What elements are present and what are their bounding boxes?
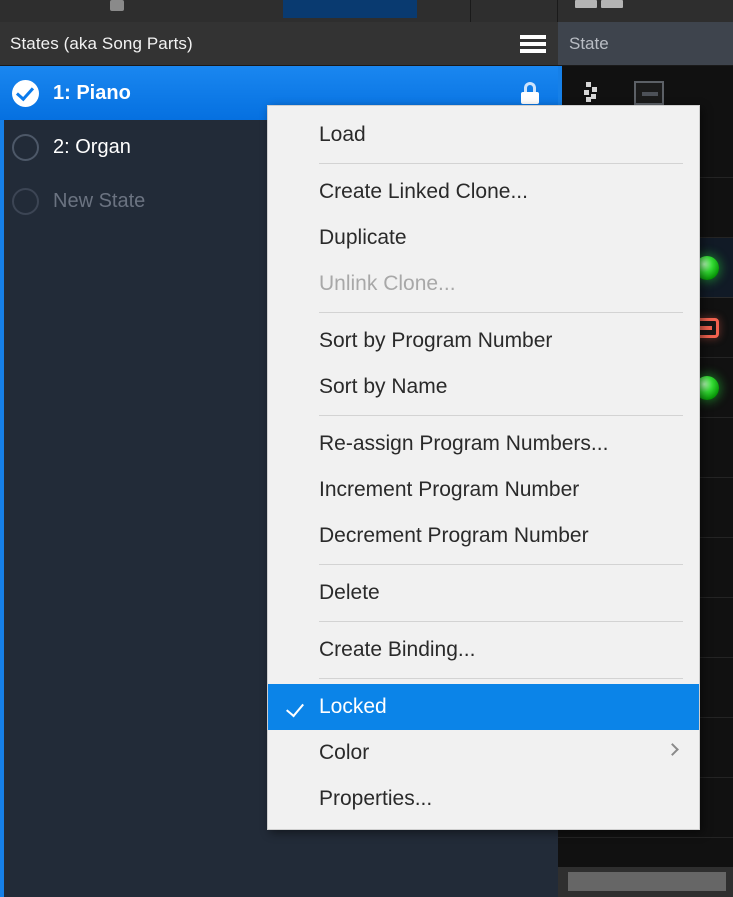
menu-item-sort-by-name[interactable]: Sort by Name — [268, 364, 699, 410]
checkmark-icon — [286, 698, 304, 718]
gear-icon[interactable] — [110, 0, 124, 11]
dot — [586, 82, 591, 87]
state-detail-header: State — [558, 22, 733, 66]
menu-item-label: Load — [319, 123, 366, 146]
hamburger-bar — [520, 35, 546, 39]
state-item-label: 1: Piano — [53, 81, 131, 104]
menu-item-increment-program-number[interactable]: Increment Program Number — [268, 467, 699, 513]
state-column-header: State — [569, 33, 609, 53]
active-tab-highlight[interactable] — [283, 0, 417, 18]
lock-body — [521, 92, 539, 104]
menu-item-color[interactable]: Color — [268, 730, 699, 776]
states-panel-header: States (aka Song Parts) — [0, 22, 558, 66]
page-title: States (aka Song Parts) — [10, 33, 193, 53]
dot — [592, 87, 597, 92]
toolbar-pill-group — [575, 0, 623, 8]
menu-item-label: Delete — [319, 581, 380, 604]
menu-separator — [319, 163, 683, 164]
menu-item-delete[interactable]: Delete — [268, 570, 699, 616]
menu-item-label: Create Linked Clone... — [319, 180, 528, 203]
horizontal-scrollbar-thumb[interactable] — [568, 872, 726, 891]
state-item-label: 2: Organ — [53, 135, 131, 158]
menu-item-re-assign-program-numbers[interactable]: Re-assign Program Numbers... — [268, 421, 699, 467]
menu-item-load[interactable]: Load — [268, 112, 699, 158]
menu-item-label: Duplicate — [319, 226, 407, 249]
lock-icon[interactable] — [520, 82, 540, 104]
radio-circle-icon[interactable] — [12, 187, 39, 215]
menu-item-locked[interactable]: Locked — [268, 684, 699, 730]
application-window: States (aka Song Parts) 1: Piano 2: Orga… — [0, 0, 733, 897]
menu-item-label: Increment Program Number — [319, 478, 580, 501]
menu-item-duplicate[interactable]: Duplicate — [268, 215, 699, 261]
menu-item-label: Sort by Program Number — [319, 329, 553, 352]
menu-item-label: Sort by Name — [319, 375, 448, 398]
minus-box-icon[interactable] — [634, 81, 664, 105]
top-toolbar-strip — [0, 0, 733, 22]
menu-separator — [319, 678, 683, 679]
toolbar-pill-2-icon[interactable] — [601, 0, 623, 8]
menu-item-properties[interactable]: Properties... — [268, 776, 699, 822]
panel-divider — [470, 0, 471, 22]
menu-item-label: Properties... — [319, 787, 433, 810]
menu-item-sort-by-program-number[interactable]: Sort by Program Number — [268, 318, 699, 364]
state-context-menu[interactable]: Load Create Linked Clone... Duplicate Unlin… — [267, 105, 700, 830]
menu-item-label: Color — [319, 741, 370, 764]
menu-item-decrement-program-number[interactable]: Decrement Program Number — [268, 513, 699, 559]
radio-circle-icon[interactable] — [12, 133, 39, 161]
menu-item-label: Locked — [319, 695, 387, 718]
dot — [591, 94, 596, 99]
menu-item-label: Decrement Program Number — [319, 524, 589, 547]
menu-item-unlink-clone: Unlink Clone... — [268, 261, 699, 307]
toolbar-pill-1-icon[interactable] — [575, 0, 597, 8]
dot — [586, 97, 591, 102]
menu-separator — [319, 621, 683, 622]
scatter-dots-icon[interactable] — [584, 82, 600, 102]
menu-separator — [319, 312, 683, 313]
hamburger-bar — [520, 49, 546, 53]
menu-item-label: Re-assign Program Numbers... — [319, 432, 609, 455]
check-circle-icon[interactable] — [12, 79, 39, 107]
chevron-right-icon — [666, 743, 679, 756]
menu-item-label: Unlink Clone... — [319, 272, 456, 295]
menu-separator — [319, 415, 683, 416]
panel-divider — [557, 0, 558, 22]
menu-item-label: Create Binding... — [319, 638, 476, 661]
hamburger-bar — [520, 42, 546, 46]
menu-item-create-linked-clone[interactable]: Create Linked Clone... — [268, 169, 699, 215]
state-item-label: New State — [53, 189, 146, 212]
hamburger-menu-icon[interactable] — [520, 35, 546, 53]
menu-separator — [319, 564, 683, 565]
dot — [584, 90, 589, 95]
menu-item-create-binding[interactable]: Create Binding... — [268, 627, 699, 673]
